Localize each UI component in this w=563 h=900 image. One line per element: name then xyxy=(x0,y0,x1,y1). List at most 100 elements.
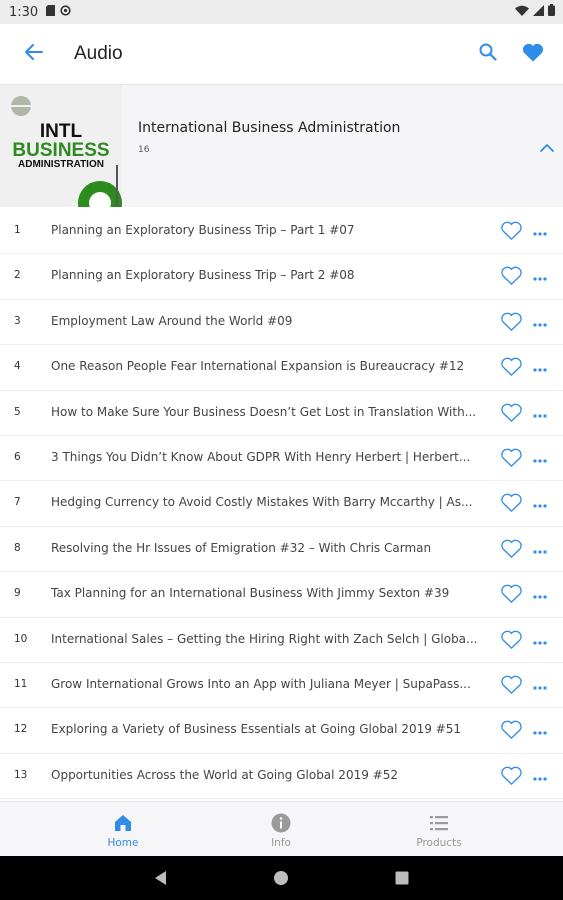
track-row[interactable]: 12 Exploring a Variety of Business Essent… xyxy=(0,708,563,754)
track-number: 6 xyxy=(14,450,21,463)
track-number: 5 xyxy=(14,405,21,418)
chevron-up-icon xyxy=(536,144,558,163)
nav-home[interactable]: Home xyxy=(63,802,183,857)
favorite-track-button[interactable] xyxy=(501,675,522,695)
more-horizontal-icon xyxy=(531,270,549,289)
track-title: International Sales – Getting the Hiring… xyxy=(51,631,478,646)
track-row[interactable]: 9 Tax Planning for an International Busin… xyxy=(0,572,563,618)
track-number: 8 xyxy=(14,541,21,554)
track-more-button[interactable] xyxy=(531,270,549,282)
favorite-track-button[interactable] xyxy=(501,221,522,241)
collapse-button[interactable] xyxy=(536,137,558,159)
sd-card-icon xyxy=(46,4,56,20)
track-number: 13 xyxy=(14,768,28,781)
favorite-track-button[interactable] xyxy=(501,539,522,559)
album-header: INTL BUSINESS ADMINISTRATION Internation… xyxy=(0,85,563,207)
track-row[interactable]: 2 Planning an Exploratory Business Trip –… xyxy=(0,254,563,300)
system-back-button[interactable] xyxy=(152,869,170,887)
more-horizontal-icon xyxy=(531,679,549,698)
heart-outline-icon xyxy=(501,403,522,427)
track-title: Exploring a Variety of Business Essentia… xyxy=(51,722,461,737)
more-horizontal-icon xyxy=(531,407,549,426)
track-more-button[interactable] xyxy=(531,407,549,419)
heart-outline-icon xyxy=(501,584,522,608)
heart-outline-icon xyxy=(501,357,522,381)
track-title: Resolving the Hr Issues of Emigration #3… xyxy=(51,540,432,555)
favorite-track-button[interactable] xyxy=(501,312,522,332)
track-title: Tax Planning for an International Busine… xyxy=(51,586,450,601)
track-number: 12 xyxy=(14,723,28,736)
track-more-button[interactable] xyxy=(531,316,549,328)
track-more-button[interactable] xyxy=(531,634,549,646)
wifi-icon xyxy=(515,5,529,20)
track-title: Opportunities Across the World at Going … xyxy=(51,767,398,782)
favorite-track-button[interactable] xyxy=(501,630,522,650)
nav-info[interactable]: Info xyxy=(221,802,341,857)
heart-outline-icon xyxy=(501,267,522,290)
favorite-track-button[interactable] xyxy=(501,493,522,513)
search-icon xyxy=(479,43,497,65)
track-more-button[interactable] xyxy=(531,543,549,555)
track-title: 3 Things You Didn’t Know About GDPR With… xyxy=(51,449,471,464)
favorite-track-button[interactable] xyxy=(501,584,522,604)
heart-filled-icon xyxy=(522,43,544,66)
nav-products[interactable]: Products xyxy=(379,802,499,857)
track-number: 4 xyxy=(14,360,21,373)
battery-icon xyxy=(548,4,555,20)
favorites-button[interactable] xyxy=(519,40,547,68)
heart-outline-icon xyxy=(501,766,522,790)
page-title: Audio xyxy=(74,43,123,64)
track-row[interactable]: 7 Hedging Currency to Avoid Costly Mistak… xyxy=(0,481,563,527)
track-more-button[interactable] xyxy=(531,679,549,691)
list-icon xyxy=(428,812,450,834)
nav-home-label: Home xyxy=(107,837,139,849)
track-title: Hedging Currency to Avoid Costly Mistake… xyxy=(51,495,473,510)
favorite-track-button[interactable] xyxy=(501,266,522,286)
search-button[interactable] xyxy=(474,40,502,68)
favorite-track-button[interactable] xyxy=(501,357,522,377)
info-icon xyxy=(270,812,292,834)
back-button[interactable] xyxy=(20,40,48,68)
track-title: One Reason People Fear International Exp… xyxy=(51,359,465,374)
track-more-button[interactable] xyxy=(531,452,549,464)
favorite-track-button[interactable] xyxy=(501,403,522,423)
track-row[interactable]: 11 Grow International Grows Into an App w… xyxy=(0,663,563,709)
more-horizontal-icon xyxy=(531,316,549,335)
track-row[interactable]: 10 International Sales – Getting the Hiri… xyxy=(0,618,563,663)
heart-outline-icon xyxy=(501,539,522,563)
track-number: 9 xyxy=(14,587,21,600)
heart-outline-icon xyxy=(501,630,522,654)
track-more-button[interactable] xyxy=(531,770,549,782)
track-row[interactable]: 3 Employment Law Around the World #09 xyxy=(0,300,563,346)
track-row[interactable]: 6 3 Things You Didn’t Know About GDPR Wit… xyxy=(0,436,563,482)
square-recents-icon xyxy=(393,871,411,891)
favorite-track-button[interactable] xyxy=(501,766,522,786)
arrow-left-icon xyxy=(25,44,43,64)
album-track-count: 16 xyxy=(138,145,150,155)
track-row[interactable]: 5 How to Make Sure Your Business Doesn’t … xyxy=(0,391,563,436)
track-more-button[interactable] xyxy=(531,588,549,600)
favorite-track-button[interactable] xyxy=(501,720,522,740)
heart-outline-icon xyxy=(501,221,522,245)
more-horizontal-icon xyxy=(531,588,549,607)
app-bar: Audio xyxy=(0,24,563,85)
track-more-button[interactable] xyxy=(531,361,549,373)
track-more-button[interactable] xyxy=(531,225,549,237)
favorite-track-button[interactable] xyxy=(501,448,522,468)
album-title: International Business Administration xyxy=(138,120,401,136)
track-row[interactable]: 13 Opportunities Across the World at Goin… xyxy=(0,754,563,800)
track-more-button[interactable] xyxy=(531,497,549,509)
system-home-button[interactable] xyxy=(272,869,290,887)
track-row[interactable]: 1 Planning an Exploratory Business Trip –… xyxy=(0,209,563,255)
status-bar: 1:30 xyxy=(0,0,563,24)
track-title: Grow International Grows Into an App wit… xyxy=(51,676,471,691)
more-horizontal-icon xyxy=(531,497,549,516)
nav-products-label: Products xyxy=(416,837,462,849)
system-recents-button[interactable] xyxy=(393,869,411,887)
track-row[interactable]: 4 One Reason People Fear International Ex… xyxy=(0,345,563,391)
track-number: 11 xyxy=(14,677,28,690)
track-row[interactable]: 8 Resolving the Hr Issues of Emigration #… xyxy=(0,527,563,573)
track-number: 10 xyxy=(14,632,28,645)
track-more-button[interactable] xyxy=(531,724,549,736)
heart-outline-icon xyxy=(501,448,522,472)
